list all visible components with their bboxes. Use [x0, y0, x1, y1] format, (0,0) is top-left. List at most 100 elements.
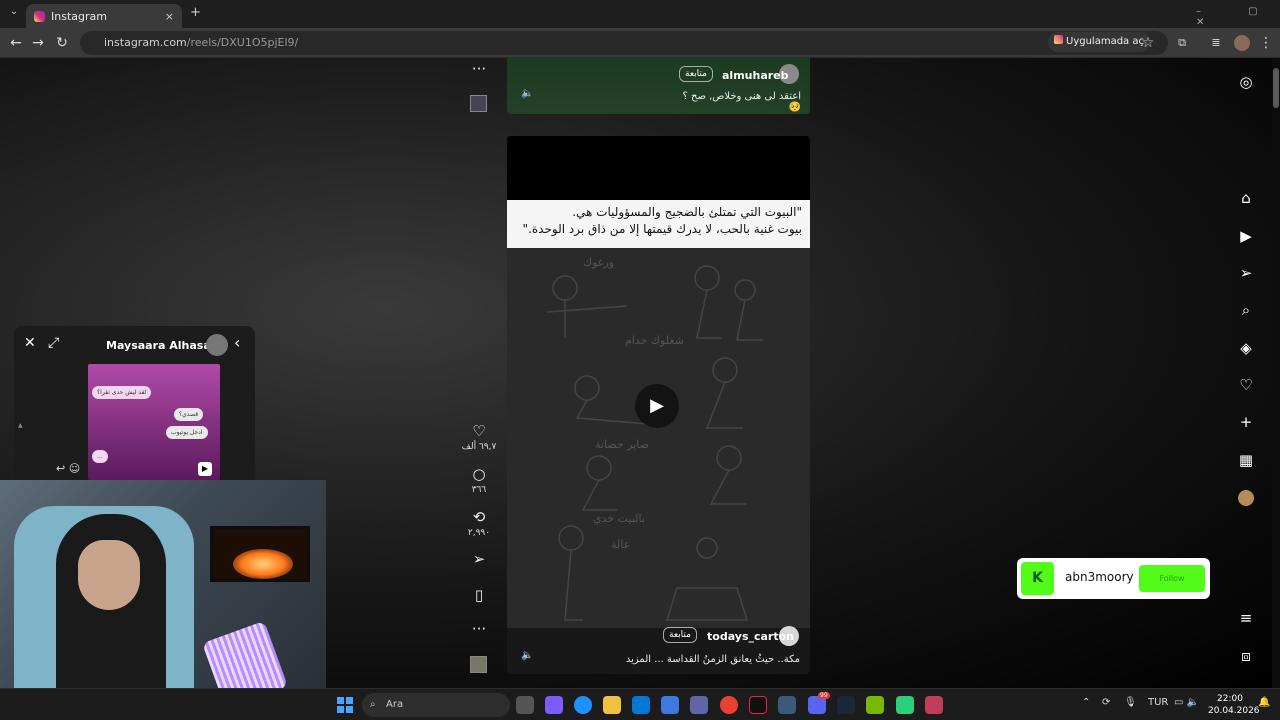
close-icon[interactable]: ✕	[24, 335, 36, 351]
taskbar-search[interactable]: ⌕ Ara	[362, 693, 510, 717]
new-tab-button[interactable]: +	[190, 5, 201, 20]
instagram-icon	[1054, 35, 1063, 44]
microphone-icon[interactable]: 🎙	[1124, 697, 1137, 708]
open-in-app-label: Uygulamada aç	[1066, 36, 1144, 47]
chat-popup[interactable]: ✕ ⤢ Maysaara Alhasan ‹ ▲ ↩ ☺ لقد ليش حدى…	[14, 326, 255, 480]
save-bookmark-icon[interactable]: ▯	[466, 586, 492, 604]
instagram-favicon-icon	[34, 10, 45, 22]
reel-quote-banner: "البيوت التي تمتلئ بالضجيج والمسؤوليات ه…	[507, 200, 810, 248]
tiktok-icon[interactable]	[749, 696, 767, 714]
show-hidden-icons-icon[interactable]: ⌃	[1082, 697, 1090, 708]
tab-instagram[interactable]: Instagram ×	[26, 4, 182, 28]
comment-count: ٣٦٦	[471, 485, 487, 495]
comment-icon[interactable]: ○	[466, 465, 492, 483]
menu-icon[interactable]: ≡	[1236, 608, 1256, 628]
steam-icon[interactable]	[837, 696, 855, 714]
explore-compass-icon[interactable]: ◈	[1236, 338, 1256, 358]
more-options-icon[interactable]: ···	[466, 60, 492, 78]
extensions-icon[interactable]: ⧉	[1172, 33, 1192, 53]
bookmark-star-icon[interactable]: ☆	[1138, 33, 1158, 53]
start-windows-icon[interactable]	[337, 697, 353, 713]
notifications-heart-icon[interactable]: ♡	[1236, 375, 1256, 395]
audio-thumbnail[interactable]	[470, 656, 487, 673]
mute-icon[interactable]: 🔈	[521, 88, 533, 99]
dashboard-icon[interactable]: ▦	[1236, 450, 1256, 470]
reading-list-icon[interactable]: ≣	[1206, 33, 1226, 53]
tab-close-icon[interactable]: ×	[165, 10, 174, 23]
window-controls[interactable]: – ▢ ✕	[1196, 6, 1280, 28]
reel-author-username[interactable]: almuhareb	[722, 69, 789, 82]
browser-tab-bar: ⌄ Instagram × + – ▢ ✕	[0, 0, 1280, 28]
reel-current[interactable]: "البيوت التي تمتلئ بالضجيج والمسؤوليات ه…	[507, 136, 810, 674]
follow-button[interactable]: متابعة	[663, 627, 697, 643]
app-icon[interactable]	[925, 696, 943, 714]
reel-caption[interactable]: مكة.. حيثُ يعانق الزمنُ القداسة ... المز…	[607, 654, 800, 665]
page-scrollbar[interactable]	[1272, 58, 1280, 688]
repost-icon[interactable]: ⟲	[466, 508, 492, 526]
outlook-icon[interactable]	[632, 696, 650, 714]
copilot-icon[interactable]	[545, 696, 563, 714]
chrome-icon[interactable]	[720, 696, 738, 714]
url-path: /reels/DXU1O5pjEl9/	[186, 36, 299, 49]
share-icon[interactable]: ➢	[466, 550, 492, 568]
app-icon[interactable]	[778, 696, 796, 714]
messages-icon[interactable]: ➢	[1236, 263, 1256, 283]
windows-taskbar: ⌕ Ara 99 ⌃ ⟳ 🎙 TUR ▭ 🔈 22:00 20.04.2026 …	[0, 688, 1280, 720]
tab-title: Instagram	[51, 9, 107, 23]
instagram-logo-icon[interactable]: ◎	[1236, 72, 1256, 92]
chevron-left-icon[interactable]: ‹	[234, 333, 240, 352]
follow-button[interactable]: متابعة	[679, 66, 713, 82]
forward-button[interactable]: →	[28, 33, 48, 53]
reels-icon[interactable]: ▶	[1236, 226, 1256, 246]
profile-avatar[interactable]	[1234, 35, 1250, 51]
edge-icon[interactable]	[574, 696, 592, 714]
browser-toolbar: ← → ↻ instagram.com/reels/DXU1O5pjEl9/ U…	[0, 28, 1280, 58]
reel-previous[interactable]: almuhareb متابعة اعتقد لى هنى وخلاص, صح …	[507, 58, 810, 114]
mute-icon[interactable]: 🔈	[521, 650, 533, 661]
file-explorer-icon[interactable]	[603, 696, 621, 714]
light-stand	[202, 620, 288, 690]
back-button[interactable]: ←	[6, 33, 26, 53]
url-host: instagram.com	[104, 36, 187, 49]
reel-author-username[interactable]: todays_carton	[707, 630, 794, 643]
network-volume-icons[interactable]: ▭ 🔈	[1174, 697, 1199, 708]
browser-menu-icon[interactable]: ⋮	[1256, 33, 1276, 53]
fire-glow	[233, 549, 293, 579]
shared-reel-preview[interactable]: لقد ليش حدى تقرا؟ قصدي؟ ادخل يوتيوب ... …	[88, 364, 220, 480]
kick-username: abn3moory	[1065, 570, 1134, 584]
onedrive-icon[interactable]	[661, 696, 679, 714]
notifications-icon[interactable]: 🔔	[1258, 697, 1270, 708]
reload-button[interactable]: ↻	[52, 33, 72, 53]
play-button[interactable]: ▶	[635, 384, 679, 428]
chat-contact-avatar[interactable]	[206, 334, 228, 356]
more-options-icon[interactable]: ···	[466, 620, 492, 638]
profile-avatar[interactable]	[1238, 490, 1254, 506]
tab-list-icon[interactable]: ⌄	[6, 6, 22, 22]
app-icon[interactable]	[896, 696, 914, 714]
scrollbar-thumb[interactable]	[1273, 68, 1279, 108]
scroll-up-icon[interactable]: ▲	[18, 422, 23, 429]
sync-icon[interactable]: ⟳	[1102, 697, 1110, 708]
url-bar[interactable]: instagram.com/reels/DXU1O5pjEl9/	[80, 31, 1168, 55]
streamer-face	[78, 540, 140, 610]
audio-thumbnail[interactable]	[470, 95, 487, 112]
task-view-icon[interactable]	[516, 696, 534, 714]
reel-illustration: ورغوك شغلوك خدام صاير حضانة بالبيت خدي ع…	[507, 248, 810, 628]
nvidia-icon[interactable]	[866, 696, 884, 714]
clock-time: 22:00	[1217, 694, 1243, 704]
input-language[interactable]: TUR	[1148, 697, 1168, 708]
create-plus-icon[interactable]: +	[1236, 412, 1256, 432]
fireplace-tv	[210, 526, 310, 582]
home-icon[interactable]: ⌂	[1236, 188, 1256, 208]
search-icon[interactable]: ⌕	[1236, 300, 1256, 320]
teams-icon[interactable]	[690, 696, 708, 714]
reply-icon[interactable]: ↩ ☺	[56, 462, 80, 475]
clock[interactable]: 22:00 20.04.2026	[1208, 693, 1260, 717]
taskbar-search-label: Ara	[386, 699, 404, 710]
expand-icon[interactable]: ⤢	[48, 335, 59, 351]
play-icon[interactable]: ▶	[198, 462, 212, 476]
open-in-app-button[interactable]: Uygulamada aç	[1048, 32, 1150, 52]
like-heart-icon[interactable]: ♡	[466, 422, 492, 440]
app-switcher-icon[interactable]: ⧈	[1236, 646, 1256, 666]
chat-contact-name[interactable]: Maysaara Alhasan	[106, 339, 219, 352]
